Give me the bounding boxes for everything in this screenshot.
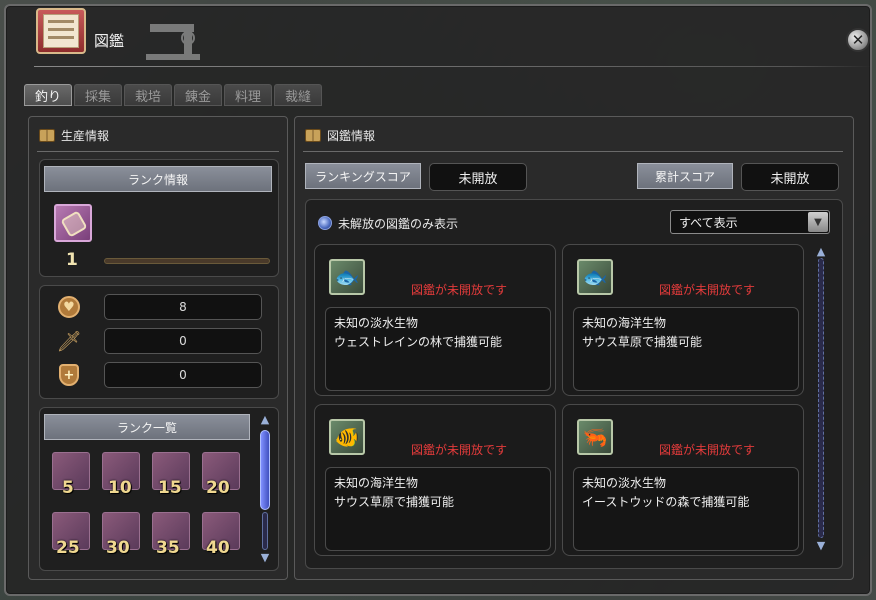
rank-item-level: 40 bbox=[206, 538, 230, 558]
tab-fishing[interactable]: 釣り bbox=[24, 84, 72, 106]
rank-list-scrollbar[interactable]: ▲ ▼ bbox=[258, 412, 272, 564]
rank-level: 1 bbox=[66, 250, 78, 270]
flatfish-icon: 🐠 bbox=[329, 419, 365, 455]
production-info-panel: 生産情報 ランク情報 1 ♥ 8 🗡 0 + 0 ランク一覧 5 10 15 2… bbox=[28, 116, 288, 580]
card-description: 未知の淡水生物 ウェストレインの林で捕獲可能 bbox=[325, 307, 551, 391]
rank-item-level: 10 bbox=[108, 478, 132, 498]
total-score-value: 未開放 bbox=[741, 163, 839, 191]
tab-farming[interactable]: 栽培 bbox=[124, 84, 172, 106]
encyclopedia-list-section: 未解放の図鑑のみ表示 すべて表示 ▼ 🐟 図鑑が未開放です 未知の淡水生物 ウェ… bbox=[305, 199, 843, 569]
card-desc-line2: ウェストレインの林で捕獲可能 bbox=[334, 335, 503, 349]
encyclopedia-window: 図鑑 ✕ 釣り 採集 栽培 錬金 料理 裁縫 生産情報 ランク情報 1 ♥ 8 … bbox=[4, 4, 872, 596]
tab-gathering[interactable]: 採集 bbox=[74, 84, 122, 106]
encyclopedia-card[interactable]: 🐟 図鑑が未開放です 未知の海洋生物 サウス草原で捕獲可能 bbox=[562, 244, 804, 396]
unreleased-only-radio[interactable] bbox=[318, 216, 332, 230]
total-score-label: 累計スコア bbox=[637, 163, 733, 189]
encyclopedia-card[interactable]: 🦐 図鑑が未開放です 未知の淡水生物 イーストウッドの森で捕獲可能 bbox=[562, 404, 804, 556]
scroll-up-arrow-icon[interactable]: ▲ bbox=[814, 244, 828, 258]
rank-item-level: 5 bbox=[62, 478, 74, 498]
encyclopedia-book-icon bbox=[36, 8, 86, 54]
card-status: 図鑑が未開放です bbox=[411, 443, 508, 457]
production-info-title: 生産情報 bbox=[61, 129, 110, 143]
rank-scroll-icon[interactable] bbox=[54, 204, 92, 242]
stat-value-shield: 0 bbox=[104, 362, 262, 388]
scroll-down-arrow-icon[interactable]: ▼ bbox=[258, 550, 272, 564]
scroll-down-arrow-icon[interactable]: ▼ bbox=[814, 538, 828, 552]
encyclopedia-card[interactable]: 🐠 図鑑が未開放です 未知の海洋生物 サウス草原で捕獲可能 bbox=[314, 404, 556, 556]
rank-item-level: 35 bbox=[156, 538, 180, 558]
rank-item-level: 15 bbox=[158, 478, 182, 498]
book-icon bbox=[39, 129, 55, 142]
title-divider bbox=[34, 66, 872, 67]
card-desc-line2: サウス草原で捕獲可能 bbox=[334, 495, 455, 509]
book-icon bbox=[305, 129, 321, 142]
production-info-header: 生産情報 bbox=[39, 127, 109, 144]
card-desc-line2: サウス草原で捕獲可能 bbox=[582, 335, 703, 349]
unreleased-only-label: 未解放の図鑑のみ表示 bbox=[338, 217, 459, 231]
scroll-thumb[interactable] bbox=[260, 430, 270, 510]
panel-divider bbox=[303, 151, 843, 152]
shrimp-icon: 🦐 bbox=[577, 419, 613, 455]
stat-value-heart: 8 bbox=[104, 294, 262, 320]
rank-list-section: ランク一覧 5 10 15 20 25 30 35 40 ▲ ▼ bbox=[39, 407, 279, 571]
card-desc-line1: 未知の淡水生物 bbox=[582, 476, 667, 490]
encyclopedia-card[interactable]: 🐟 図鑑が未開放です 未知の淡水生物 ウェストレインの林で捕獲可能 bbox=[314, 244, 556, 396]
card-description: 未知の淡水生物 イーストウッドの森で捕獲可能 bbox=[573, 467, 799, 551]
encyclopedia-info-title: 図鑑情報 bbox=[327, 129, 376, 143]
display-filter-value: すべて表示 bbox=[679, 215, 738, 230]
close-button[interactable]: ✕ bbox=[846, 28, 870, 52]
scroll-track[interactable] bbox=[262, 512, 268, 550]
stat-value-sword: 0 bbox=[104, 328, 262, 354]
rank-item-level: 25 bbox=[56, 538, 80, 558]
fish-icon: 🐟 bbox=[577, 259, 613, 295]
encyclopedia-list-scrollbar[interactable]: ▲ ▼ bbox=[814, 244, 828, 552]
tab-alchemy[interactable]: 錬金 bbox=[174, 84, 222, 106]
card-desc-line1: 未知の海洋生物 bbox=[334, 476, 419, 490]
scroll-up-arrow-icon[interactable]: ▲ bbox=[258, 412, 272, 426]
rank-info-section: ランク情報 1 bbox=[39, 159, 279, 277]
tab-cooking[interactable]: 料理 bbox=[224, 84, 272, 106]
rank-item-level: 30 bbox=[106, 538, 130, 558]
card-status: 図鑑が未開放です bbox=[659, 283, 756, 297]
encyclopedia-info-panel: 図鑑情報 ランキングスコア 未開放 累計スコア 未開放 未解放の図鑑のみ表示 す… bbox=[294, 116, 854, 580]
card-desc-line2: イーストウッドの森で捕獲可能 bbox=[582, 495, 750, 509]
category-tabs: 釣り 採集 栽培 錬金 料理 裁縫 bbox=[24, 84, 322, 106]
tab-sewing[interactable]: 裁縫 bbox=[274, 84, 322, 106]
panel-divider bbox=[37, 151, 279, 152]
card-desc-line1: 未知の海洋生物 bbox=[582, 316, 667, 330]
chevron-down-icon[interactable]: ▼ bbox=[808, 212, 828, 232]
display-filter-dropdown[interactable]: すべて表示 ▼ bbox=[670, 210, 830, 234]
card-status: 図鑑が未開放です bbox=[659, 443, 756, 457]
window-title: 図鑑 bbox=[94, 32, 125, 50]
card-desc-line1: 未知の淡水生物 bbox=[334, 316, 419, 330]
ranking-score-label: ランキングスコア bbox=[305, 163, 421, 189]
card-description: 未知の海洋生物 サウス草原で捕獲可能 bbox=[573, 307, 799, 391]
scroll-track[interactable] bbox=[818, 258, 824, 538]
shield-icon: + bbox=[56, 362, 82, 388]
heart-icon: ♥ bbox=[56, 294, 82, 320]
ranking-score-value: 未開放 bbox=[429, 163, 527, 191]
sword-icon: 🗡 bbox=[56, 329, 82, 353]
fish-icon: 🐟 bbox=[329, 259, 365, 295]
encyclopedia-info-header: 図鑑情報 bbox=[305, 127, 375, 144]
rank-item-level: 20 bbox=[206, 478, 230, 498]
card-description: 未知の海洋生物 サウス草原で捕獲可能 bbox=[325, 467, 551, 551]
stats-section: ♥ 8 🗡 0 + 0 bbox=[39, 285, 279, 399]
rank-info-header: ランク情報 bbox=[44, 166, 272, 192]
card-status: 図鑑が未開放です bbox=[411, 283, 508, 297]
sewing-machine-icon bbox=[146, 24, 200, 60]
rank-exp-bar bbox=[104, 258, 270, 264]
rank-list-header: ランク一覧 bbox=[44, 414, 250, 440]
